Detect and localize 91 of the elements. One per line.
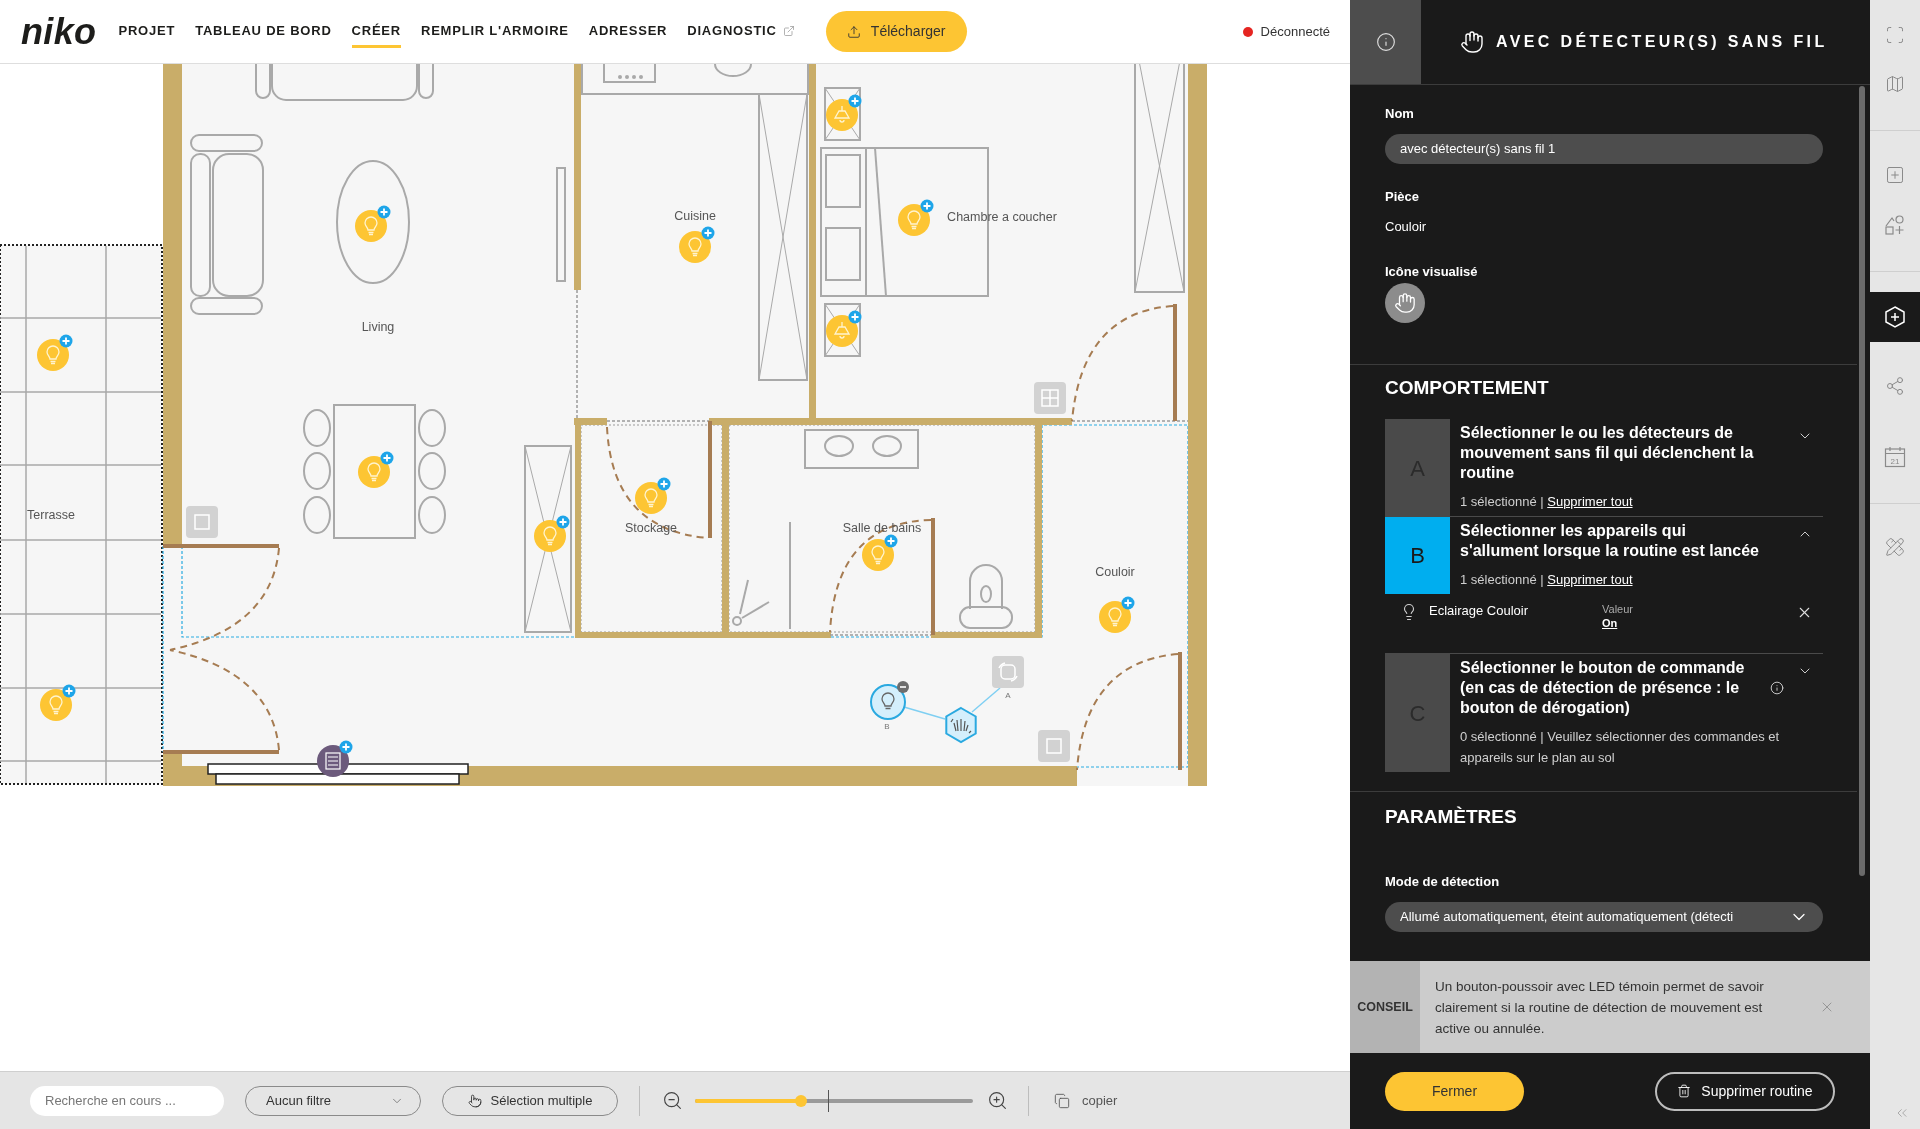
light-marker-icon[interactable]: [37, 334, 73, 371]
calendar-icon: 21: [1884, 446, 1906, 468]
fullscreen-icon: [1885, 25, 1905, 45]
nodes-icon: [1885, 376, 1905, 396]
room-label: Terrasse: [27, 508, 75, 522]
add-square-icon: [1885, 165, 1905, 185]
nav-tab[interactable]: ADRESSER: [588, 15, 668, 48]
value-label: Valeur: [1602, 602, 1633, 616]
copy-icon: [1054, 1092, 1070, 1109]
room-label: Stockage: [624, 521, 678, 535]
lamp-marker-icon[interactable]: [826, 310, 862, 347]
list-marker-icon[interactable]: [317, 740, 353, 777]
light-marker-icon[interactable]: [355, 205, 391, 242]
hexagon-plus-icon: [1884, 306, 1906, 328]
toilet-drawing: [959, 564, 1013, 629]
selection-summary: 1 sélectionné | Supprimer tout: [1460, 571, 1634, 589]
room-label: Living: [361, 320, 395, 334]
shapes-plus-icon: [1885, 215, 1905, 235]
delete-routine-button[interactable]: Supprimer routine: [1655, 1071, 1835, 1111]
zoom-in-icon[interactable]: [987, 1090, 1008, 1111]
slider-thumb[interactable]: [794, 1094, 807, 1107]
light-marker-icon[interactable]: [358, 451, 394, 488]
step-title: Sélectionner le bouton de commande (en cas de détection de présence : le bouton de dérogation): [1460, 658, 1746, 718]
field-label: Nom: [1385, 106, 1415, 122]
field-label: Pièce: [1385, 189, 1420, 205]
trash-icon: [1677, 1084, 1692, 1098]
download-button[interactable]: Télécharger: [825, 11, 967, 52]
light-marker-icon[interactable]: [679, 226, 715, 263]
nav-tab[interactable]: PROJET: [118, 15, 176, 48]
room-value: Couloir: [1385, 219, 1428, 235]
slider-tick: [828, 1089, 829, 1112]
square-device-icon[interactable]: [1038, 730, 1070, 762]
zoom-slider[interactable]: [695, 1089, 973, 1112]
delete-all-link[interactable]: Supprimer tout: [1547, 494, 1633, 509]
map-icon: [1885, 74, 1905, 94]
connection-line: [903, 706, 946, 720]
search-field[interactable]: Recherche en cours ...: [30, 1085, 224, 1116]
light-marker-icon[interactable]: [862, 534, 898, 571]
room-label: Chambre a coucher: [947, 210, 1057, 224]
hand-icon[interactable]: [1385, 283, 1425, 323]
connection-status: Déconnecté: [1260, 22, 1330, 41]
light-marker-icon[interactable]: [1099, 596, 1135, 633]
logo[interactable]: niko: [21, 13, 97, 50]
tip-label: CONSEIL: [1350, 961, 1420, 1053]
selection-summary: 1 sélectionné | Supprimer tout: [1460, 493, 1634, 511]
value-link[interactable]: On: [1602, 616, 1633, 630]
nav-tab[interactable]: CRÉER: [351, 15, 401, 48]
field-label: Mode de détection: [1385, 874, 1501, 890]
node-label: B: [884, 722, 890, 731]
connection-line: [971, 687, 1001, 713]
square-device-icon[interactable]: [186, 506, 218, 538]
room-label: Cuisine: [674, 209, 716, 223]
close-button[interactable]: Fermer: [1385, 1071, 1524, 1111]
info-icon[interactable]: [1770, 681, 1784, 695]
bulb-node-icon[interactable]: [870, 681, 909, 720]
info-icon: [1375, 32, 1396, 52]
step-letter-tile: B: [1385, 517, 1450, 594]
section-heading: COMPORTEMENT: [1385, 377, 1550, 399]
nav-tab[interactable]: DIAGNOSTIC: [687, 15, 795, 48]
room-label: Couloir: [1095, 565, 1135, 579]
pencil-ruler-icon: [1885, 537, 1905, 557]
light-marker-icon[interactable]: [898, 199, 934, 236]
nav-tab[interactable]: REMPLIR L'ARMOIRE: [421, 15, 569, 48]
pointer-icon: [467, 1093, 482, 1108]
detection-mode-select[interactable]: Allumé automatiquement, éteint automatiquement (détecti: [1385, 902, 1823, 932]
hand-icon: [1460, 30, 1484, 54]
light-marker-icon[interactable]: [40, 684, 76, 721]
light-marker-icon[interactable]: [534, 515, 570, 552]
hexagon-node-icon[interactable]: [945, 706, 977, 744]
copy-button[interactable]: copier: [1054, 1090, 1118, 1111]
selection-summary: 0 sélectionné | Veuillez sélectionner des commandes et appareils sur le plan au sol: [1460, 728, 1781, 767]
tip-text: Un bouton-poussoir avec LED témoin permet de savoir clairement si la routine de détection de mouvement est active ou annulée.: [1435, 977, 1765, 1038]
panel-title: AVEC DÉTECTEUR(S) SANS FIL: [1496, 31, 1828, 52]
light-marker-icon[interactable]: [635, 477, 671, 514]
sync-device-icon[interactable]: [992, 656, 1024, 688]
section-heading: PARAMÈTRES: [1385, 806, 1518, 828]
device-name: Eclairage Couloir: [1429, 602, 1529, 620]
upload-icon: [846, 24, 861, 39]
scrollbar-thumb[interactable]: [1859, 86, 1865, 876]
name-field[interactable]: avec détecteur(s) sans fil 1: [1385, 134, 1823, 164]
room-label: Salle de bains: [842, 521, 922, 535]
step-title: Sélectionner les appareils qui s'allument lorsque la routine est lancée: [1460, 521, 1760, 561]
field-label: Icône visualisé: [1385, 264, 1479, 280]
grid-device-icon[interactable]: [1034, 382, 1066, 414]
tool-tab[interactable]: [1870, 292, 1920, 342]
zoom-out-icon[interactable]: [662, 1090, 683, 1111]
lamp-marker-icon[interactable]: [826, 94, 862, 131]
nav-tab[interactable]: TABLEAU DE BORD: [195, 15, 332, 48]
node-label: A: [1005, 691, 1011, 700]
delete-all-link[interactable]: Supprimer tout: [1547, 572, 1633, 587]
step-title: Sélectionner le ou les détecteurs de mouvement sans fil qui déclenchent la routine: [1460, 423, 1755, 483]
